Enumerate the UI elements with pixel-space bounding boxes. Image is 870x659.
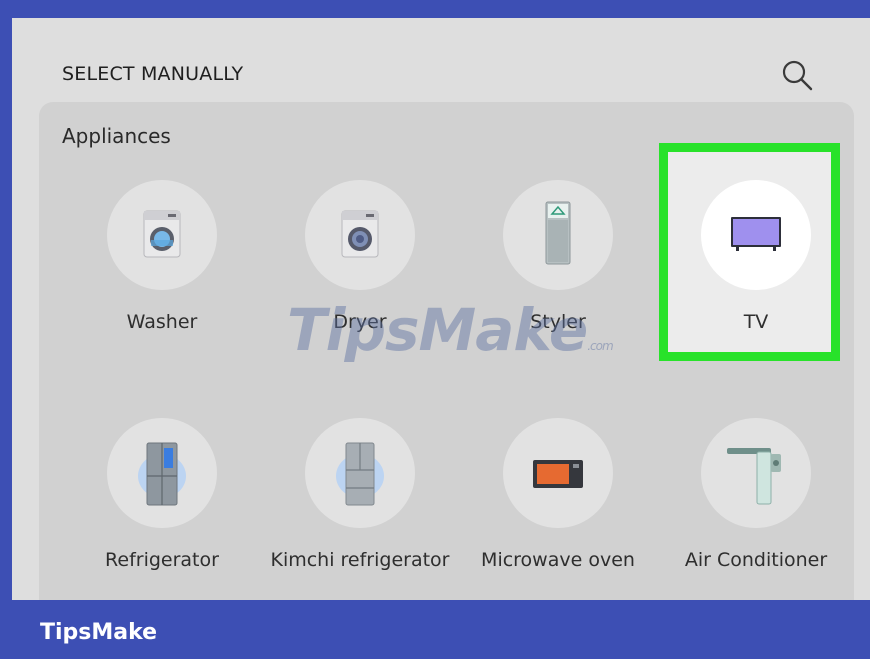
footer-brand: TipsMake bbox=[40, 620, 158, 645]
appliance-icon-circle bbox=[503, 180, 613, 290]
appliance-label: Washer bbox=[126, 311, 198, 333]
watermark-logo: TipsMake.com bbox=[287, 296, 614, 364]
watermark-suffix: .com bbox=[587, 339, 613, 353]
appliance-label: Microwave oven bbox=[481, 549, 635, 571]
appliance-tile-microwave-oven[interactable]: Microwave oven bbox=[468, 418, 648, 600]
app-screen: SELECT MANUALLY Appliances Washer Dryer … bbox=[12, 18, 870, 600]
dryer-icon bbox=[341, 210, 379, 258]
appliance-tile-air-conditioner[interactable]: Air Conditioner bbox=[666, 418, 846, 600]
watermark-text: TipsMake bbox=[287, 296, 588, 364]
appliance-label: Refrigerator bbox=[105, 549, 219, 571]
tv-icon bbox=[731, 217, 781, 251]
search-icon bbox=[782, 60, 813, 91]
appliance-label: Air Conditioner bbox=[684, 549, 828, 571]
appliance-tile-washer[interactable]: Washer bbox=[72, 180, 252, 370]
appliance-icon-circle bbox=[107, 418, 217, 528]
page-title: SELECT MANUALLY bbox=[62, 63, 244, 85]
appliance-icon-circle bbox=[107, 180, 217, 290]
appliance-label: TV bbox=[743, 311, 769, 333]
microwave-icon bbox=[533, 460, 583, 488]
appliance-icon-circle bbox=[305, 180, 415, 290]
appliance-icon-circle bbox=[701, 418, 811, 528]
appliance-icon-circle bbox=[701, 180, 811, 290]
kimchi-refrigerator-icon bbox=[336, 442, 384, 506]
styler-icon bbox=[545, 201, 571, 265]
air-conditioner-icon bbox=[727, 448, 781, 505]
page-frame: SELECT MANUALLY Appliances Washer Dryer … bbox=[0, 0, 870, 659]
section-title: Appliances bbox=[62, 124, 171, 148]
appliance-tile-tv[interactable]: TV bbox=[666, 180, 846, 370]
appliance-icon-circle bbox=[503, 418, 613, 528]
washer-icon bbox=[143, 210, 181, 258]
appliance-tile-kimchi-refrigerator[interactable]: Kimchi refrigerator bbox=[270, 418, 450, 600]
refrigerator-icon bbox=[138, 442, 186, 506]
appliance-tile-refrigerator[interactable]: Refrigerator bbox=[72, 418, 252, 600]
appliance-label: Kimchi refrigerator bbox=[270, 549, 450, 571]
appliance-icon-circle bbox=[305, 418, 415, 528]
search-button[interactable] bbox=[780, 58, 816, 94]
